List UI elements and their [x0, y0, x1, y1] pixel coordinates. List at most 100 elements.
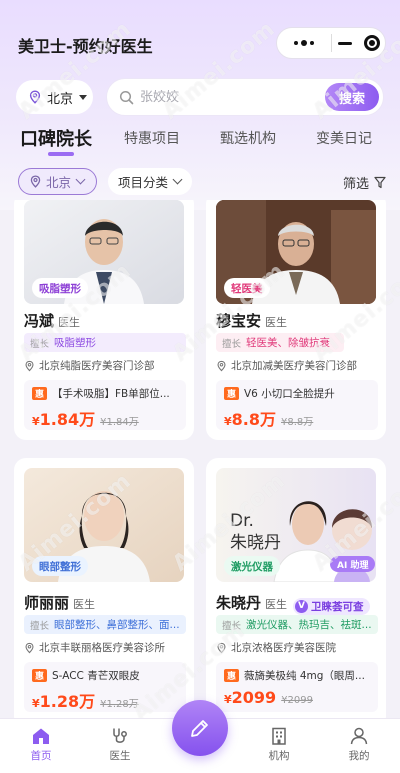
- title-bar: 美卫士-预约好医生: [0, 0, 400, 80]
- clinic-name[interactable]: 北京加减美医疗美容门诊部: [216, 358, 381, 373]
- screen-filter-label: 筛选: [342, 177, 369, 192]
- specialty-label: 擅长: [222, 338, 242, 350]
- nav-doctor-label: 医生: [109, 750, 131, 762]
- tab-zhenxuan-jigou[interactable]: 甄选机构: [220, 128, 276, 148]
- price: 1.84万: [39, 410, 96, 429]
- nav-doctor[interactable]: 医生: [90, 727, 150, 763]
- nav-home-label: 首页: [30, 750, 52, 762]
- offer-box[interactable]: 惠 V6 小切口全脸提升 ¥ 8.8万 ¥8.8万: [216, 380, 378, 430]
- specialty-tag: 擅长 轻医美、除皱抗衰: [216, 333, 344, 352]
- stethoscope-icon: [113, 728, 127, 743]
- minimize-icon[interactable]: [331, 41, 359, 45]
- specialty-badge: 激光仪器: [224, 556, 280, 576]
- specialty-tag: 擅长 激光仪器、热玛吉、祛斑...: [216, 615, 378, 634]
- location-pin-icon: [30, 175, 41, 188]
- search-icon: [119, 90, 134, 104]
- price-currency: ¥: [32, 415, 40, 428]
- verified-icon: V: [295, 599, 309, 613]
- doctor-name-row: 冯斌 医生: [24, 310, 80, 331]
- center-action-button[interactable]: [172, 700, 228, 756]
- original-price: ¥1.84万: [100, 417, 139, 428]
- location-filter[interactable]: 北京: [18, 168, 97, 195]
- doctor-name-row: 朱晓丹 医生 V 卫睐荟可查: [216, 592, 370, 615]
- location-pin-icon: [29, 90, 41, 104]
- building-icon: [272, 727, 286, 745]
- chevron-down-icon: [79, 94, 88, 100]
- doctor-card[interactable]: 眼部整形 师丽丽 医生 擅长 眼部整形、鼻部整形、面... 北京丰联丽格医疗美容…: [14, 458, 194, 720]
- location-filter-label: 北京: [46, 175, 72, 190]
- original-price: ¥8.8万: [281, 417, 314, 428]
- tab-bianmei-riji[interactable]: 变美日记: [316, 128, 372, 148]
- price-currency: ¥: [224, 693, 232, 706]
- offer-title: S-ACC 青芒双眼皮: [52, 670, 140, 682]
- nav-institution[interactable]: 机构: [249, 727, 309, 763]
- active-tab-indicator: [48, 152, 74, 156]
- doctor-card[interactable]: Dr. 朱晓丹 激光仪器 AI 助理 朱晓丹 医生 V 卫睐荟可查 擅长 激光仪器…: [206, 458, 386, 720]
- location-pin-icon: [217, 642, 226, 653]
- original-price: ¥2099: [281, 695, 313, 706]
- clinic-label: 北京丰联丽格医疗美容诊所: [39, 642, 165, 654]
- price: 8.8万: [231, 410, 277, 429]
- offer-title: 【手术吸脂】FB单部位...: [52, 388, 170, 400]
- screen-filter-button[interactable]: 筛选: [343, 173, 386, 192]
- location-pin-icon: [25, 360, 34, 371]
- doctor-name: 冯斌: [24, 312, 55, 330]
- app-title: 美卫士-预约好医生: [18, 37, 153, 56]
- clinic-name[interactable]: 北京浓格医疗美容医院: [216, 640, 381, 655]
- category-filter[interactable]: 项目分类: [108, 168, 192, 195]
- chevron-down-icon: [172, 174, 183, 185]
- discount-icon: 惠: [224, 387, 239, 400]
- tab-koubei-yuanzhang[interactable]: 口碑院长: [20, 125, 92, 151]
- chevron-down-icon: [75, 174, 86, 185]
- doctor-name: 朱晓丹: [216, 594, 262, 612]
- discount-icon: 惠: [224, 669, 239, 682]
- category-filter-label: 项目分类: [118, 175, 169, 190]
- filter-row: 北京 项目分类 筛选: [0, 168, 400, 196]
- offer-box[interactable]: 惠 S-ACC 青芒双眼皮 ¥ 1.28万 ¥1.28万: [24, 662, 186, 712]
- nav-me-label: 我的: [348, 750, 370, 762]
- search-bar[interactable]: 搜索: [106, 78, 384, 116]
- ai-assistant-badge[interactable]: AI 助理: [330, 556, 376, 572]
- offer-title: V6 小切口全脸提升: [244, 388, 335, 400]
- close-icon[interactable]: [359, 35, 385, 51]
- price-currency: ¥: [224, 415, 232, 428]
- clinic-label: 北京加减美医疗美容门诊部: [231, 360, 357, 372]
- photo-caption: Dr. 朱晓丹: [230, 511, 281, 553]
- category-tabs: 口碑院长 特惠项目 甄选机构 变美日记: [0, 128, 400, 160]
- clinic-name[interactable]: 北京纯脂医疗美容门诊部: [24, 358, 189, 373]
- more-icon[interactable]: [277, 39, 331, 46]
- miniprogram-capsule[interactable]: [276, 27, 386, 59]
- doctor-role: 医生: [265, 598, 288, 611]
- price: 1.28万: [39, 692, 96, 711]
- clinic-name[interactable]: 北京丰联丽格医疗美容诊所: [24, 640, 189, 655]
- doctor-role: 医生: [73, 598, 96, 611]
- specialty-value: 轻医美、除皱抗衰: [246, 337, 331, 349]
- search-input[interactable]: [140, 89, 300, 105]
- nav-home[interactable]: 首页: [11, 727, 71, 763]
- offer-box[interactable]: 惠薇旖美极纯 4mg（眼周... ¥ 2099 ¥2099: [216, 662, 378, 712]
- city-label: 北京: [47, 91, 74, 107]
- doctor-name: 师丽丽: [24, 594, 70, 612]
- home-icon: [33, 728, 49, 744]
- doctor-role: 医生: [58, 316, 81, 329]
- offer-box[interactable]: 惠【手术吸脂】FB单部位... ¥ 1.84万 ¥1.84万: [24, 380, 186, 430]
- user-icon: [350, 727, 368, 745]
- specialty-value: 眼部整形、鼻部整形、面...: [54, 619, 180, 631]
- doctor-name-row: 师丽丽 医生: [24, 592, 95, 613]
- specialty-badge: 轻医美: [224, 278, 270, 298]
- city-selector[interactable]: 北京: [16, 80, 93, 114]
- specialty-badge: 眼部整形: [32, 556, 88, 576]
- clinic-label: 北京纯脂医疗美容门诊部: [39, 360, 155, 372]
- search-button[interactable]: 搜索: [325, 83, 379, 111]
- doctor-card[interactable]: 轻医美 穆宝安 医生 擅长 轻医美、除皱抗衰 北京加减美医疗美容门诊部 惠 V6 …: [206, 200, 386, 440]
- doctor-card[interactable]: 吸脂塑形 冯斌 医生 擅长 吸脂塑形 北京纯脂医疗美容门诊部 惠【手术吸脂】FB…: [14, 200, 194, 440]
- specialty-value: 吸脂塑形: [54, 337, 97, 349]
- nav-me[interactable]: 我的: [329, 727, 389, 763]
- location-pin-icon: [25, 642, 34, 653]
- tab-tehui-xiangmu[interactable]: 特惠项目: [124, 128, 180, 148]
- nav-institution-label: 机构: [268, 750, 290, 762]
- price-currency: ¥: [32, 697, 40, 710]
- filter-funnel-icon: [374, 176, 386, 189]
- doctor-grid: 吸脂塑形 冯斌 医生 擅长 吸脂塑形 北京纯脂医疗美容门诊部 惠【手术吸脂】FB…: [0, 200, 400, 720]
- specialty-tag: 擅长 吸脂塑形: [24, 333, 186, 352]
